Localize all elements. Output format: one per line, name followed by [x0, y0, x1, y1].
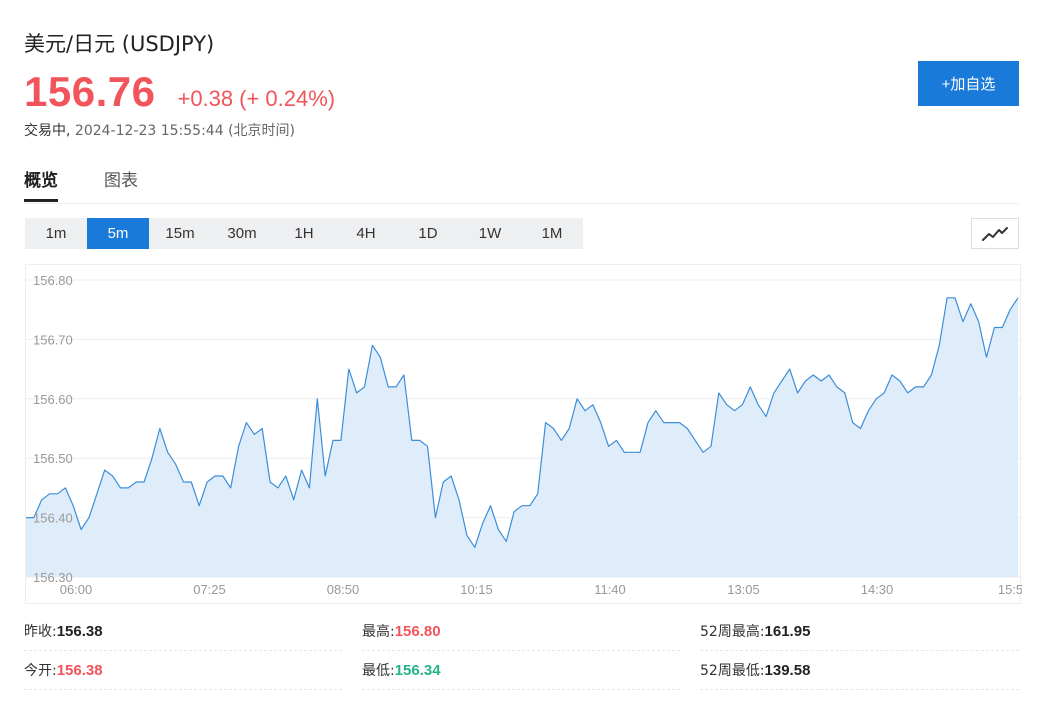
stats-panel: 昨收: 156.38 最高: 156.80 52周最高: 161.95 今开: … [24, 612, 1019, 690]
chart-svg: 156.80156.70156.60156.50156.40156.3006:0… [26, 273, 1022, 597]
period-1m[interactable]: 1m [25, 218, 87, 249]
x-tick-label: 15:5 [998, 582, 1022, 597]
x-tick-label: 07:25 [193, 582, 226, 597]
line-chart-icon [982, 226, 1008, 241]
period-4h[interactable]: 4H [335, 218, 397, 249]
x-tick-label: 10:15 [460, 582, 493, 597]
tab-overview[interactable]: 概览 [24, 166, 58, 202]
x-tick-label: 06:00 [60, 582, 93, 597]
stat-52w-low: 52周最低: 139.58 [700, 651, 1019, 690]
timezone: (北京时间) [228, 123, 295, 139]
price-change-percent: (+ 0.24%) [239, 86, 336, 111]
period-5m[interactable]: 5m [87, 218, 149, 249]
period-30m[interactable]: 30m [211, 218, 273, 249]
stat-value: 156.38 [56, 622, 103, 640]
period-1h[interactable]: 1H [273, 218, 335, 249]
stat-label: 52周最高: [700, 624, 765, 640]
add-watchlist-button[interactable]: +加自选 [918, 61, 1019, 106]
quote-page: 美元/日元 (USDJPY) 156.76 +0.38 (+ 0.24%) 交易… [0, 0, 1048, 703]
x-tick-label: 13:05 [727, 582, 760, 597]
stat-value: 161.95 [764, 622, 811, 640]
stat-open: 今开: 156.38 [24, 651, 342, 690]
stats-row: 今开: 156.38 最低: 156.34 52周最低: 139.58 [24, 651, 1019, 690]
chart-type-button[interactable] [971, 218, 1019, 249]
stat-low: 最低: 156.34 [362, 651, 680, 690]
stat-label: 最低: [362, 663, 395, 679]
tab-divider [24, 203, 1019, 204]
y-tick-label: 156.50 [33, 451, 73, 466]
stat-label: 昨收: [24, 624, 57, 640]
stat-value: 156.38 [56, 661, 103, 679]
stat-value: 139.58 [764, 661, 811, 679]
last-price: 156.76 [24, 68, 156, 115]
period-1mo[interactable]: 1M [521, 218, 583, 249]
x-tick-label: 11:40 [594, 582, 626, 597]
y-tick-label: 156.60 [33, 392, 73, 407]
y-tick-label: 156.80 [33, 273, 73, 288]
y-tick-label: 156.70 [33, 332, 73, 347]
price-change: +0.38 [177, 86, 234, 111]
stat-label: 最高: [362, 624, 395, 640]
x-tick-label: 08:50 [327, 582, 360, 597]
stat-value: 156.80 [394, 622, 441, 640]
period-15m[interactable]: 15m [149, 218, 211, 249]
stat-label: 今开: [24, 663, 57, 679]
tab-bar: 概览 图表 [24, 166, 184, 202]
status-text: 交易中, [24, 123, 71, 139]
y-tick-label: 156.40 [33, 511, 73, 526]
period-1w[interactable]: 1W [459, 218, 521, 249]
timestamp: 2024-12-23 15:55:44 [74, 123, 224, 139]
stat-prev-close: 昨收: 156.38 [24, 612, 342, 651]
price-chart[interactable]: 156.80 156.70 156.60 156.50 156.40 156.30 06:0… [25, 264, 1022, 604]
period-1d[interactable]: 1D [397, 218, 459, 249]
stats-row: 昨收: 156.38 最高: 156.80 52周最高: 161.95 [24, 612, 1019, 651]
period-selector: 1m 5m 15m 30m 1H 4H 1D 1W 1M [25, 218, 583, 249]
stat-high: 最高: 156.80 [362, 612, 680, 651]
stat-value: 156.34 [394, 661, 441, 679]
instrument-title: 美元/日元 (USDJPY) [24, 32, 215, 56]
tab-chart[interactable]: 图表 [104, 166, 138, 202]
price-row: 156.76 +0.38 (+ 0.24%) [24, 68, 335, 116]
x-tick-label: 14:30 [861, 582, 894, 597]
stat-label: 52周最低: [700, 663, 765, 679]
trading-status: 交易中, 2024-12-23 15:55:44 (北京时间) [24, 120, 295, 140]
stat-52w-high: 52周最高: 161.95 [700, 612, 1019, 651]
